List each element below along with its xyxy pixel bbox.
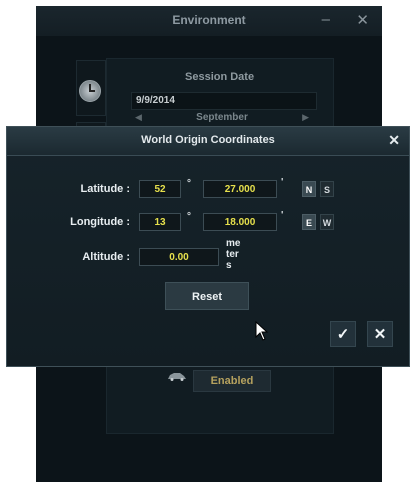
longitude-degrees-input[interactable]: 13 (139, 213, 181, 231)
latitude-minute-mark: ' (281, 177, 284, 188)
minimize-button[interactable]: – (322, 11, 330, 28)
reset-button[interactable]: Reset (165, 282, 249, 310)
environment-titlebar: Environment – ✕ (36, 6, 382, 36)
longitude-minutes-input[interactable]: 18.000 (203, 213, 277, 231)
environment-title: Environment (172, 13, 246, 27)
north-button[interactable]: N (302, 181, 316, 197)
dialog-titlebar: World Origin Coordinates ✕ (7, 127, 409, 156)
altitude-label: Altitude : (82, 251, 130, 263)
latitude-label: Latitude : (80, 183, 131, 195)
month-name: September (196, 112, 248, 123)
longitude-minute-mark: ' (281, 210, 284, 221)
month-selector: ◀ September ▶ (131, 112, 313, 126)
month-next-button[interactable]: ▶ (302, 112, 309, 123)
ok-button[interactable]: ✓ (330, 321, 356, 347)
vehicle-icon (168, 373, 186, 381)
dialog-title: World Origin Coordinates (141, 134, 275, 146)
mouse-pointer-icon (255, 321, 269, 341)
session-date-label: Session Date (185, 71, 255, 83)
dialog-close-button[interactable]: ✕ (388, 132, 400, 149)
latitude-degrees-input[interactable]: 52 (139, 180, 181, 198)
session-date-field[interactable]: 9/9/2014 (131, 92, 317, 110)
west-button[interactable]: W (320, 214, 334, 230)
altitude-input[interactable]: 0.00 (139, 248, 219, 266)
environment-close-button[interactable]: ✕ (356, 11, 369, 29)
clock-icon (79, 80, 101, 102)
altitude-unit: meters (226, 238, 241, 271)
south-button[interactable]: S (320, 181, 334, 197)
latitude-degree-mark: ° (187, 178, 191, 189)
latitude-minutes-input[interactable]: 27.000 (203, 180, 277, 198)
longitude-degree-mark: ° (187, 211, 191, 222)
cancel-button[interactable]: ✕ (367, 321, 393, 347)
longitude-label: Longitude : (70, 216, 130, 228)
east-button[interactable]: E (302, 214, 316, 230)
enabled-toggle[interactable]: Enabled (193, 370, 271, 392)
